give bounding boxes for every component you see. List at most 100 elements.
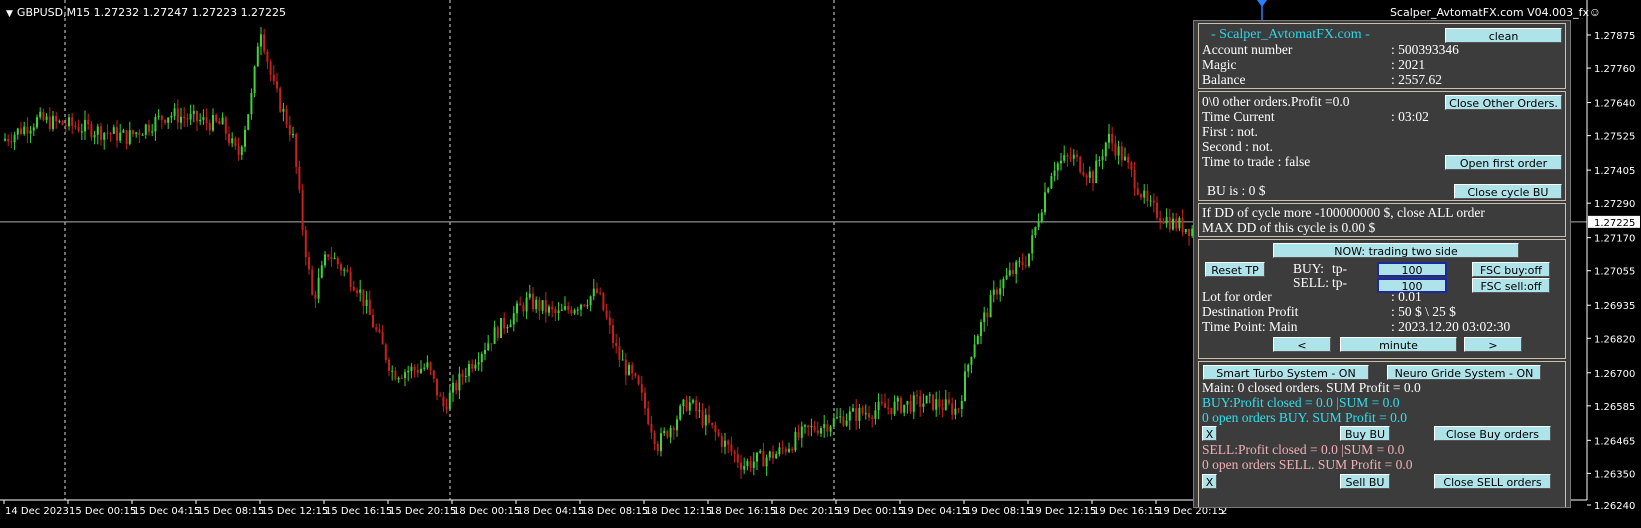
candle-body: [532, 293, 534, 309]
symbol-quote: GBPUSD,M15 1.27232 1.27247 1.27223 1.272…: [16, 6, 287, 19]
candle-body: [605, 310, 608, 318]
candle-body: [983, 312, 986, 323]
close-other-orders-button[interactable]: Close Other Orders.: [1445, 95, 1562, 110]
candle-body: [1085, 175, 1088, 178]
sell-bu-button[interactable]: Sell BU: [1340, 474, 1390, 489]
candle-body: [784, 448, 787, 452]
candle-body: [202, 117, 205, 120]
candle-body: [388, 359, 390, 372]
candle-body: [407, 370, 410, 373]
candle-body: [253, 66, 256, 94]
candle-body: [852, 408, 854, 412]
candle-body: [285, 108, 288, 125]
candle-body: [672, 427, 675, 431]
time-tick-label: 15 Dec 04:15: [133, 506, 200, 517]
candle-body: [228, 133, 230, 144]
candle-body: [820, 428, 822, 434]
candle-body: [308, 257, 310, 270]
close-cycle-bu-button[interactable]: Close cycle BU: [1454, 184, 1562, 199]
candle-body: [138, 132, 141, 136]
candle-body: [1056, 163, 1059, 171]
candle-body: [717, 431, 720, 436]
close-buy-x-button[interactable]: X: [1202, 426, 1217, 441]
candle-body: [935, 399, 938, 410]
panel-title[interactable]: - Scalper_AvtomatFX.com -: [1211, 27, 1370, 42]
candle-body: [125, 130, 128, 145]
candle-body: [394, 370, 397, 380]
candle-body: [436, 378, 438, 396]
candle-body: [141, 134, 144, 136]
trading-mode-button[interactable]: NOW: trading two side: [1273, 243, 1519, 258]
candle-body: [980, 322, 982, 337]
timeframe-minute-button[interactable]: minute: [1340, 337, 1457, 352]
candle-body: [704, 414, 707, 426]
candle-body: [77, 127, 80, 132]
candle-body: [468, 363, 470, 376]
time-point-value: : 2023.12.20 03:02:30: [1391, 319, 1511, 334]
time-prev-button[interactable]: <: [1273, 337, 1331, 352]
candle-body: [570, 309, 573, 314]
time-point-label: Time Point: Main: [1202, 319, 1298, 334]
candle-body: [928, 394, 931, 396]
reset-tp-button[interactable]: Reset TP: [1205, 262, 1265, 277]
candle-body: [1181, 218, 1184, 233]
close-sell-orders-button[interactable]: Close SELL orders: [1434, 474, 1551, 489]
candle-body: [1079, 156, 1082, 172]
time-tick-label: 15 Dec 16:15: [325, 506, 392, 517]
candle-body: [461, 373, 464, 377]
time-current-label: Time Current: [1202, 109, 1275, 124]
candle-body: [311, 269, 314, 295]
sell-open-summary: 0 open orders SELL. SUM Profit = 0.0: [1202, 457, 1413, 472]
candle-body: [330, 256, 333, 259]
candle-body: [365, 299, 368, 307]
time-tick-label: 19 Dec 16:15: [1093, 506, 1160, 517]
candle-body: [733, 451, 736, 455]
candle-body: [589, 296, 592, 306]
candle-body: [221, 117, 224, 125]
candle-body: [1124, 156, 1126, 161]
candle-body: [986, 312, 989, 318]
candle-body: [500, 317, 502, 338]
candle-body: [759, 450, 762, 453]
account-number-label: Account number: [1202, 42, 1293, 57]
time-to-trade-status: Time to trade : false: [1202, 154, 1311, 169]
fsc-sell-button[interactable]: FSC sell:off: [1472, 278, 1550, 293]
time-next-button[interactable]: >: [1464, 337, 1522, 352]
time-tick-label: 19 Dec 04:15: [901, 506, 968, 517]
candle-body: [948, 399, 950, 404]
candle-body: [893, 401, 896, 415]
candle-body: [538, 299, 541, 311]
candle-body: [1002, 278, 1005, 289]
candle-body: [765, 457, 768, 467]
candle-body: [157, 115, 160, 118]
candle-body: [1018, 261, 1021, 263]
current-price-label: 1.27225: [1594, 218, 1635, 229]
neuro-gride-button[interactable]: Neuro Gride System - ON: [1387, 365, 1541, 380]
candle-body: [1040, 212, 1043, 222]
first-order-status: First : not.: [1202, 124, 1258, 139]
close-sell-x-button[interactable]: X: [1202, 474, 1217, 489]
candle-body: [496, 327, 499, 338]
candle-body: [1082, 171, 1085, 176]
open-first-order-button[interactable]: Open first order: [1445, 155, 1562, 170]
candle-body: [506, 327, 509, 329]
candle-body: [560, 309, 563, 311]
fsc-buy-button[interactable]: FSC buy:off: [1472, 262, 1550, 277]
clean-button[interactable]: clean: [1445, 28, 1562, 43]
magic-value: : 2021: [1391, 57, 1426, 72]
candle-body: [1149, 200, 1152, 202]
main-summary: Main: 0 closed orders. SUM Profit = 0.0: [1202, 380, 1421, 395]
smart-turbo-button[interactable]: Smart Turbo System - ON: [1203, 365, 1369, 380]
candle-body: [375, 327, 378, 330]
candlestick-series: [4, 27, 1197, 479]
close-buy-orders-button[interactable]: Close Buy orders: [1434, 426, 1551, 441]
candle-body: [1184, 228, 1187, 233]
candle-body: [336, 257, 339, 265]
buy-bu-button[interactable]: Buy BU: [1340, 426, 1390, 441]
candle-body: [826, 424, 829, 432]
candle-body: [356, 290, 358, 293]
collapse-triangle-icon[interactable]: ▼: [6, 9, 13, 19]
candle-body: [295, 133, 298, 167]
buy-tp-input[interactable]: 100: [1377, 262, 1447, 277]
lot-value: : 0.01: [1391, 289, 1422, 304]
